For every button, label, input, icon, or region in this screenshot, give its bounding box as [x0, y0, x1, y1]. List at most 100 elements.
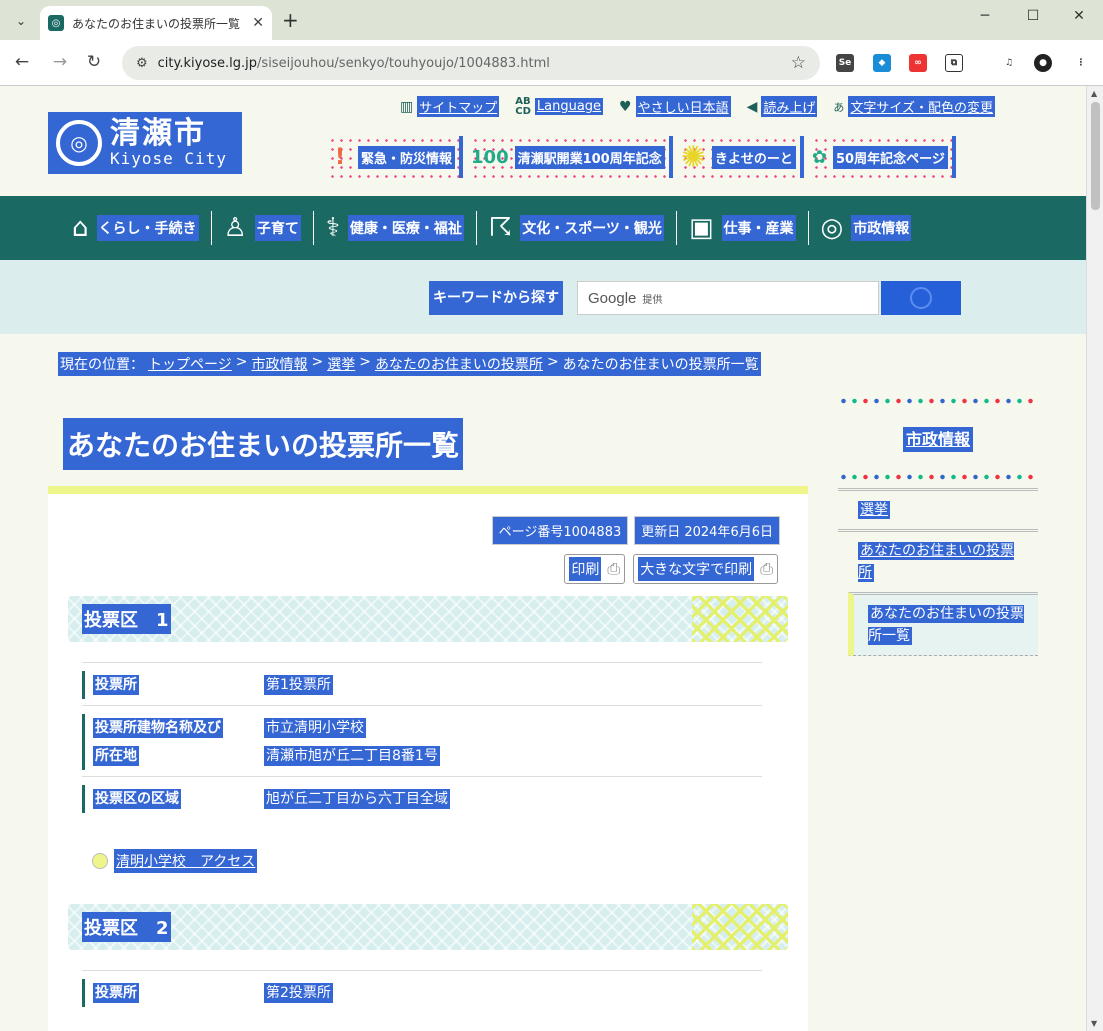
extension-blue-icon[interactable]: ◆ — [873, 54, 891, 72]
breadcrumb-link-top[interactable]: トップページ — [148, 354, 232, 374]
page-scrollbar[interactable]: ▲ ▼ — [1086, 86, 1103, 1031]
search-input[interactable]: Google 提供 — [577, 281, 879, 315]
gnav-health[interactable]: ⚕ 健康・医療・福祉 — [314, 211, 477, 245]
gnav-city-info[interactable]: ◎ 市政情報 — [809, 211, 924, 245]
util-language-label[interactable]: Language — [534, 98, 604, 115]
print-button[interactable]: 印刷 ⎙ — [564, 554, 626, 584]
util-read-aloud-label[interactable]: 読み上げ — [761, 96, 818, 117]
access-link-label[interactable]: 清明小学校 アクセス — [114, 849, 258, 873]
gnav-health-label[interactable]: 健康・医療・福祉 — [347, 215, 464, 241]
gnav-work-label[interactable]: 仕事・産業 — [721, 215, 796, 241]
minimize-icon[interactable]: ─ — [970, 8, 1000, 24]
util-sitemap[interactable]: ▥ サイトマップ — [400, 96, 500, 117]
district-info-table: 投票所 第2投票所 — [82, 970, 762, 1013]
window-close-icon[interactable]: ✕ — [1064, 8, 1094, 24]
gnav-childcare[interactable]: ♙ 子育て — [212, 211, 314, 245]
bookmark-star-icon[interactable]: ☆ — [791, 53, 806, 73]
gnav-childcare-label[interactable]: 子育て — [254, 215, 301, 241]
forward-arrow-icon[interactable]: → — [48, 52, 72, 72]
browser-tab-active[interactable]: ◎ あなたのお住まいの投票所一覧｜清 ✕ — [40, 6, 272, 40]
util-font-size[interactable]: あ 文字サイズ・配色の変更 — [833, 96, 996, 117]
bullet-icon — [92, 853, 108, 869]
side-item-election[interactable]: 選挙 — [838, 488, 1038, 529]
banner-50th[interactable]: ✿ 50周年記念ページ — [811, 136, 956, 178]
tab-search-chevron-icon[interactable]: ⌄ — [8, 8, 34, 34]
google-brand: Google — [588, 289, 637, 307]
banner-station-100-label[interactable]: 清瀬駅開業100周年記念 — [514, 145, 665, 169]
gnav-work[interactable]: ▣ 仕事・産業 — [677, 211, 809, 245]
banner-station-100[interactable]: 100 清瀬駅開業100周年記念 — [471, 136, 673, 178]
breadcrumb-link-polling-place[interactable]: あなたのお住まいの投票所 — [375, 354, 543, 374]
side-item-polling-place[interactable]: あなたのお住まいの投票所 — [838, 529, 1038, 592]
address-bar[interactable]: ⚙ city.kiyose.lg.jp/siseijouhou/senkyo/t… — [122, 46, 820, 80]
row-value: 第2投票所 — [264, 979, 333, 1007]
extensions-puzzle-icon[interactable]: ⧉ — [945, 54, 963, 72]
side-item-polling-place-list[interactable]: あなたのお住まいの投票所一覧 — [848, 592, 1038, 656]
anniversary-100-icon: 100 — [471, 146, 509, 168]
main-content: あなたのお住まいの投票所一覧 ページ番号1004883 更新日 2024年6月6… — [48, 402, 808, 1031]
print-button-label: 印刷 — [569, 557, 602, 581]
content-box: ページ番号1004883 更新日 2024年6月6日 印刷 ⎙ 大きな文字で印刷… — [48, 494, 808, 1031]
row-key-text: 投票区の区域 — [93, 789, 181, 809]
util-read-aloud[interactable]: ◀ 読み上げ — [747, 96, 818, 117]
district-title: 投票区 2 — [82, 912, 171, 942]
util-easy-japanese[interactable]: ♥ やさしい日本語 — [619, 96, 731, 117]
util-sitemap-label[interactable]: サイトマップ — [417, 96, 500, 117]
print-large-button[interactable]: 大きな文字で印刷 ⎙ — [633, 554, 778, 584]
banner-kiyose-note[interactable]: ✺ きよせのーと — [680, 136, 804, 178]
reload-icon[interactable]: ↻ — [82, 52, 106, 72]
gnav-culture-label[interactable]: 文化・スポーツ・観光 — [520, 215, 664, 241]
breadcrumb-link-election[interactable]: 選挙 — [327, 354, 355, 374]
exclamation-icon: ! — [334, 144, 346, 170]
page-meta: ページ番号1004883 更新日 2024年6月6日 — [491, 516, 780, 545]
map-icon: ▥ — [400, 98, 414, 115]
table-row: 投票所 第2投票所 — [82, 970, 762, 1013]
banner-kiyose-note-label[interactable]: きよせのーと — [711, 145, 796, 169]
logo-text: 清瀬市 Kiyose City — [110, 118, 227, 168]
row-key: 投票区の区域 — [82, 785, 264, 813]
banner-emergency[interactable]: ! 緊急・防災情報 — [328, 136, 464, 178]
side-item-label[interactable]: 選挙 — [858, 501, 890, 519]
selenium-extension-icon[interactable]: Se — [836, 54, 854, 72]
banner-links: ! 緊急・防災情報 100 清瀬駅開業100周年記念 ✺ きよせのーと ✿ 50… — [328, 136, 956, 178]
dots-decoration — [838, 396, 1038, 406]
breadcrumb-sep: > — [546, 354, 559, 370]
extension-red-icon[interactable]: ∞ — [909, 54, 927, 72]
scroll-down-icon[interactable]: ▼ — [1091, 1019, 1097, 1028]
new-tab-plus-icon[interactable]: + — [282, 8, 299, 32]
side-item-label[interactable]: あなたのお住まいの投票所 — [858, 542, 1014, 582]
side-title-label[interactable]: 市政情報 — [902, 427, 973, 452]
search-icon — [910, 287, 932, 309]
access-link[interactable]: 清明小学校 アクセス — [92, 849, 788, 873]
district-1: 投票区 1 投票所 第1投票所 投票所建物名称及び 所在地 市立清明小学校 清瀬… — [68, 596, 788, 873]
maximize-icon[interactable]: ☐ — [1018, 8, 1048, 24]
profile-avatar[interactable]: ● — [1034, 54, 1052, 72]
site-logo[interactable]: ◎ 清瀬市 Kiyose City — [48, 112, 242, 174]
logo-en: Kiyose City — [110, 149, 227, 168]
site-info-icon[interactable]: ⚙ — [136, 56, 148, 71]
search-button[interactable] — [881, 281, 961, 315]
util-font-size-label[interactable]: 文字サイズ・配色の変更 — [848, 96, 996, 117]
district-heading: 投票区 2 — [68, 904, 788, 950]
scroll-thumb[interactable] — [1091, 102, 1100, 210]
browser-menu-icon[interactable]: ⋮ — [1072, 54, 1090, 72]
gnav-city-info-label[interactable]: 市政情報 — [851, 215, 912, 241]
banner-50th-label[interactable]: 50周年記念ページ — [832, 145, 948, 169]
gnav-culture[interactable]: ☈ 文化・スポーツ・観光 — [477, 211, 677, 245]
media-control-icon[interactable]: ♫ — [1000, 54, 1018, 72]
side-title[interactable]: 市政情報 — [838, 426, 1038, 452]
page-title: あなたのお住まいの投票所一覧 — [63, 418, 464, 470]
table-row: 投票所建物名称及び 所在地 市立清明小学校 清瀬市旭が丘二丁目8番1号 — [82, 705, 762, 776]
gnav-living-label[interactable]: くらし・手続き — [96, 215, 199, 241]
printer-icon: ⎙ — [760, 559, 773, 578]
tab-close-icon[interactable]: ✕ — [252, 15, 264, 31]
util-easy-japanese-label[interactable]: やさしい日本語 — [635, 96, 731, 117]
gnav-living[interactable]: ⌂ くらし・手続き — [60, 211, 212, 245]
back-arrow-icon[interactable]: ← — [10, 52, 34, 72]
google-suffix: 提供 — [642, 294, 663, 306]
banner-emergency-label[interactable]: 緊急・防災情報 — [358, 145, 456, 169]
table-row: 投票所 第1投票所 — [82, 662, 762, 705]
scroll-up-icon[interactable]: ▲ — [1091, 89, 1097, 98]
breadcrumb-link-city-info[interactable]: 市政情報 — [251, 354, 307, 374]
util-language[interactable]: AB CD Language — [515, 96, 604, 117]
